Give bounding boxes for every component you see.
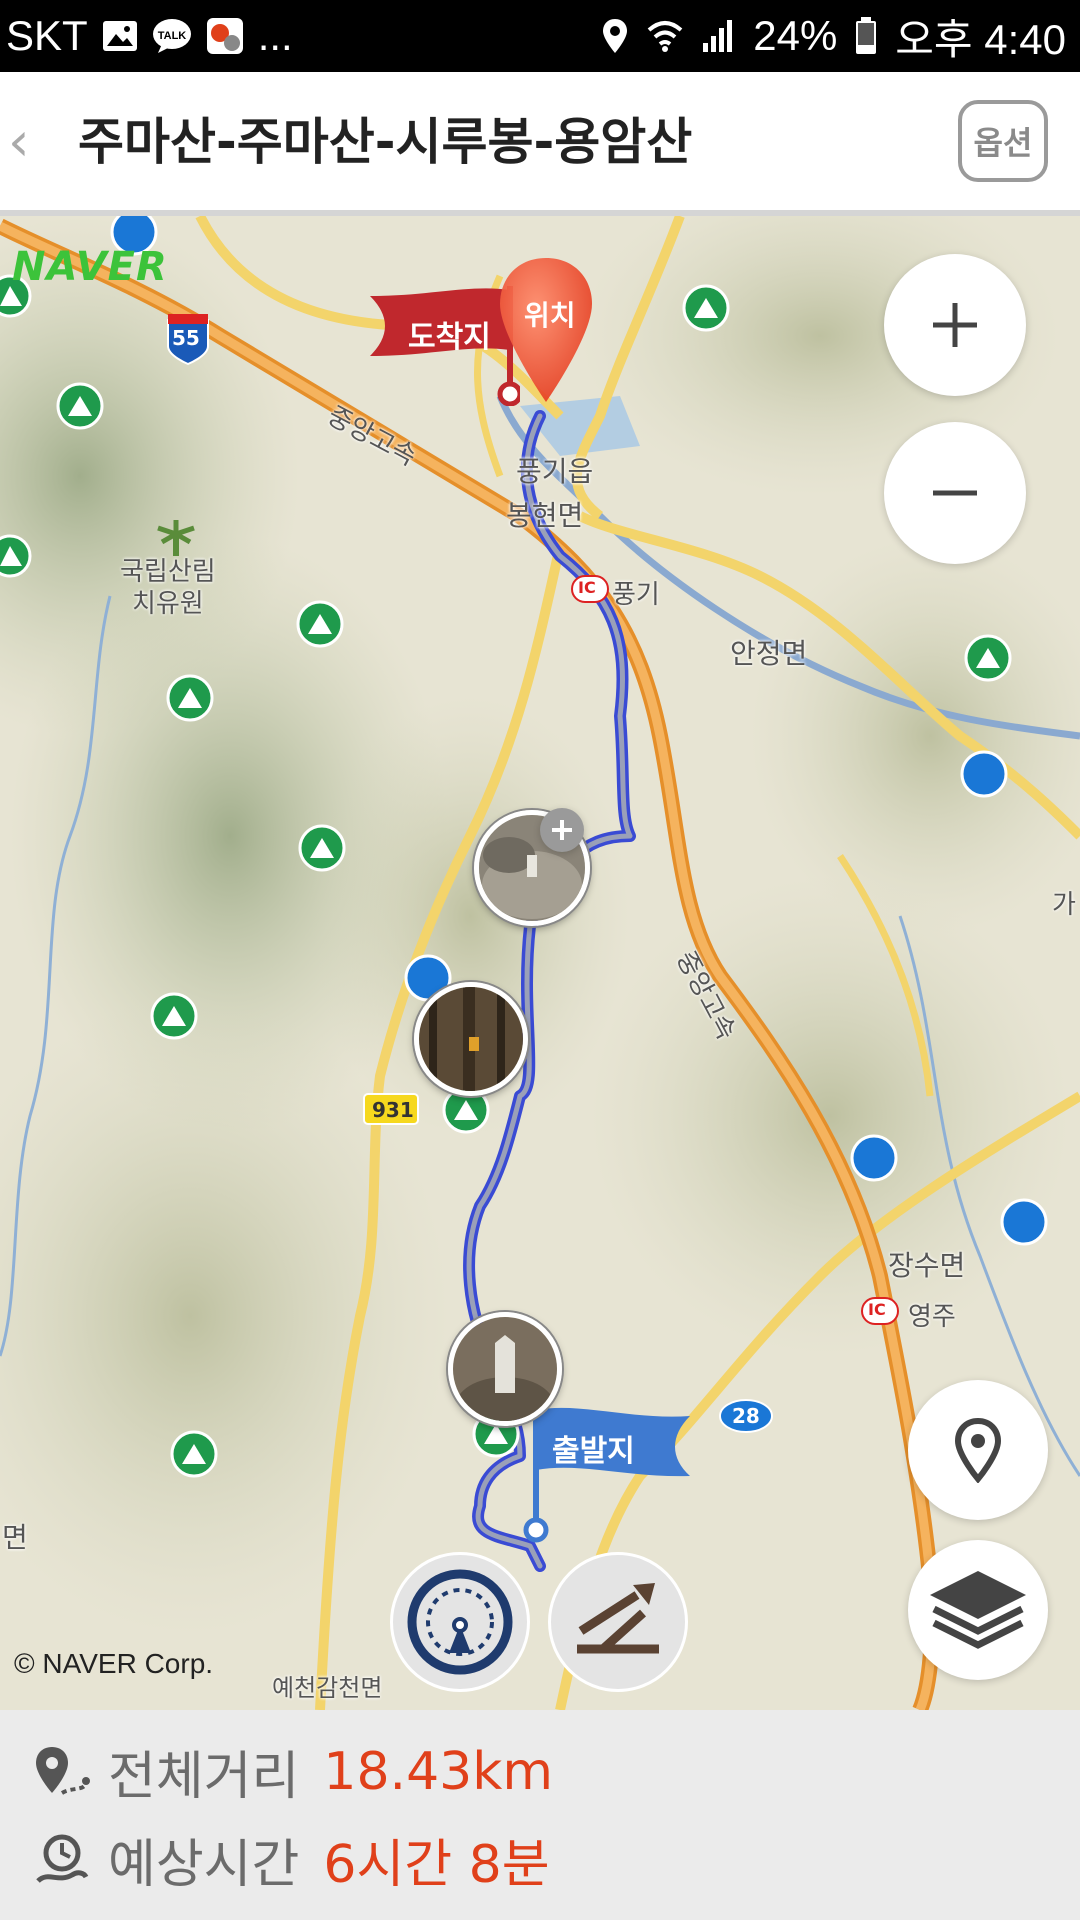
svg-text:TALK: TALK: [157, 30, 186, 42]
route-28-label: 28: [732, 1404, 760, 1428]
back-button[interactable]: ‹: [8, 112, 48, 172]
time-value: 6시간 8분: [323, 1835, 550, 1895]
location-icon: [601, 17, 629, 55]
status-bar: SKT TALK ... 24% 오후 4:40: [0, 0, 1080, 72]
route-summary: 전체거리 18.43km 예상시간 6시간 8분: [0, 1710, 1080, 1920]
map-layers-button[interactable]: [908, 1540, 1048, 1680]
clock-route-icon: [36, 1834, 89, 1883]
time-row: 예상시간 6시간 8분: [32, 1822, 550, 1897]
layers-icon: [930, 1571, 1026, 1649]
signal-icon: [701, 19, 735, 53]
town-label-bonghyeon: 봉현면: [506, 499, 584, 532]
chevron-left-icon: ‹: [8, 110, 30, 173]
naver-logo: NAVER: [12, 244, 168, 290]
elevation-chart-icon: [577, 1583, 659, 1654]
departure-flag-icon: [523, 1406, 690, 1543]
area-label-jangsu: 장수면: [888, 1249, 966, 1282]
minus-icon: [933, 490, 977, 496]
talk-icon: TALK: [152, 18, 192, 54]
carrier-label: SKT: [6, 12, 88, 59]
time-label: 예상시간: [108, 1835, 300, 1895]
photo-marker-2[interactable]: [414, 982, 528, 1096]
forest-label: 국립산림 치유원: [120, 557, 216, 619]
route-distance-icon: [36, 1746, 90, 1795]
arrival-flag-label: 도착지: [408, 320, 491, 355]
photo-marker-3[interactable]: [448, 1312, 562, 1426]
ic-badge-yeongju: IC: [868, 1300, 886, 1319]
area-label-myeon: 면: [2, 1521, 28, 1554]
location-pin-label: 위치: [524, 299, 576, 332]
town-label-punggi-eup: 풍기읍: [516, 455, 594, 488]
ic-label-punggi: 풍기: [612, 580, 660, 610]
ic-badge-punggi: IC: [578, 578, 596, 597]
distance-value: 18.43km: [323, 1741, 554, 1802]
app-header: ‹ 주마산-주마산-시루봉-용암산 옵션: [0, 72, 1080, 216]
area-label-ga: 가: [1052, 890, 1076, 920]
distance-label: 전체거리: [108, 1747, 300, 1807]
ic-label-yeongju: 영주: [908, 1302, 956, 1332]
map-copyright: © NAVER Corp.: [14, 1648, 214, 1679]
speedometer-icon: [407, 1569, 513, 1675]
route-55-label: 55: [172, 326, 200, 350]
area-label-yecheon: 예천감천면: [272, 1674, 383, 1702]
plus-icon: [933, 303, 977, 347]
gallery-icon: [102, 20, 138, 52]
zoom-in-button[interactable]: [884, 254, 1026, 396]
plus-icon: [552, 820, 572, 840]
clock: 오후 4:40: [895, 15, 1066, 63]
route-931-label: 931: [372, 1098, 414, 1122]
location-pin-icon: [954, 1417, 1002, 1483]
elevation-profile-button[interactable]: [548, 1552, 688, 1692]
area-label-anjeong: 안정면: [730, 637, 808, 670]
more-notifications: ...: [257, 12, 293, 59]
speedometer-button[interactable]: [390, 1552, 530, 1692]
option-button[interactable]: 옵션: [958, 100, 1048, 182]
add-photo-button[interactable]: [540, 808, 584, 852]
battery-icon: [855, 17, 877, 55]
battery-percent: 24%: [753, 12, 838, 59]
hiking-app-icon: [206, 17, 244, 55]
map-view[interactable]: 55 931 28 IC IC NAVER 국립산림 치유원 중앙고속 중앙고속…: [0, 216, 1080, 1710]
my-location-button[interactable]: [908, 1380, 1048, 1520]
zoom-out-button[interactable]: [884, 422, 1026, 564]
page-title: 주마산-주마산-시루봉-용암산: [78, 113, 693, 171]
distance-row: 전체거리 18.43km: [32, 1734, 553, 1809]
departure-flag-label: 출발지: [552, 1434, 635, 1469]
wifi-icon: [647, 18, 683, 54]
